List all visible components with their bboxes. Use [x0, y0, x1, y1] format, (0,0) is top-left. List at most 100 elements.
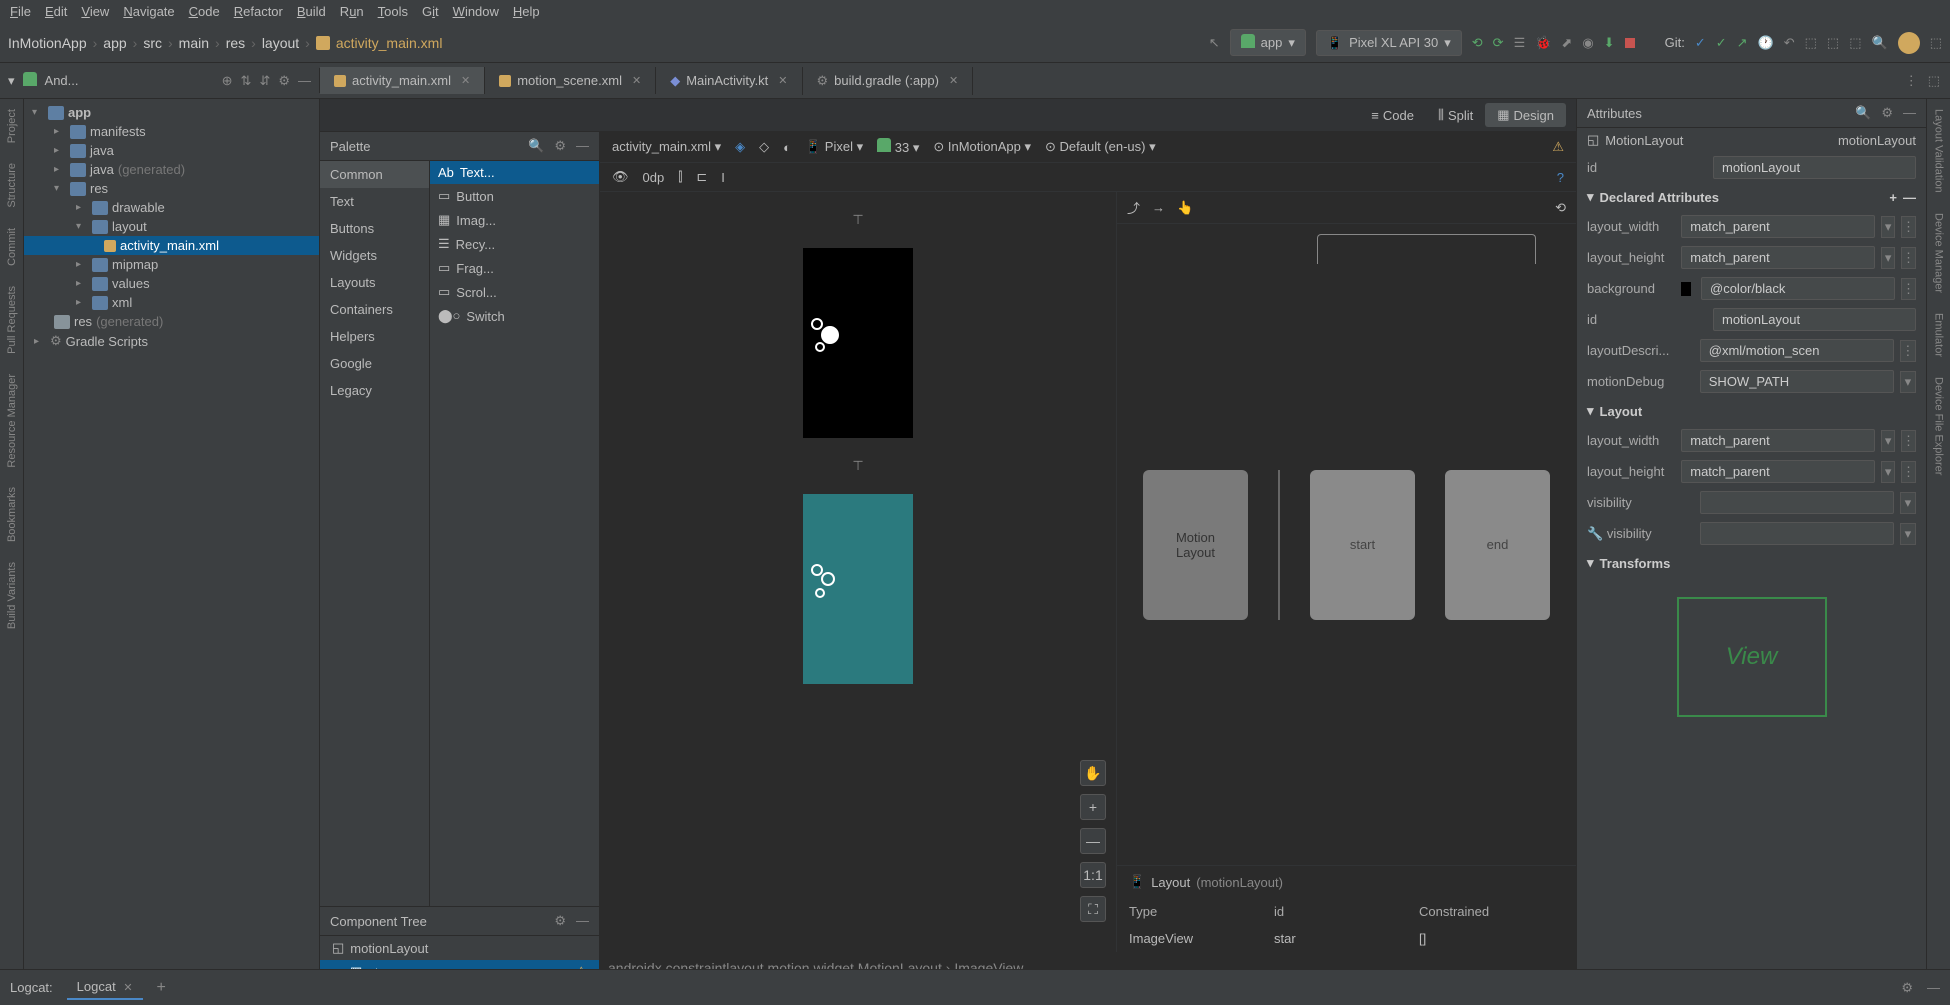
profile-icon[interactable]: ⬈	[1561, 35, 1572, 51]
attr-id2-input[interactable]	[1713, 308, 1916, 331]
picker-icon[interactable]: ⋮	[1900, 340, 1916, 362]
git-history-icon[interactable]: 🕐	[1758, 35, 1774, 51]
view-design-button[interactable]: ▦Design	[1485, 103, 1566, 127]
breadcrumb-main[interactable]: main	[179, 35, 209, 51]
create-click-icon[interactable]: 👆	[1177, 200, 1193, 216]
tree-java[interactable]: ▸java	[24, 141, 319, 160]
expand-icon[interactable]: ⇅	[241, 73, 252, 89]
sidebar-build-variants[interactable]: Build Variants	[6, 562, 18, 629]
motion-layout-box[interactable]: Motion Layout	[1143, 470, 1248, 620]
tree-res-gen[interactable]: res (generated)	[24, 312, 319, 331]
close-icon[interactable]: ✕	[461, 74, 470, 87]
pal-cat-legacy[interactable]: Legacy	[320, 377, 429, 404]
breadcrumb-src[interactable]: src	[143, 35, 162, 51]
minimize-icon[interactable]: —	[1927, 980, 1940, 995]
project-dropdown[interactable]: ▾ And... ⊕ ⇅ ⇵ ⚙ —	[0, 68, 320, 93]
blueprint-preview[interactable]	[803, 494, 913, 684]
cycle-icon[interactable]: ⟲	[1555, 200, 1566, 216]
sidebar-bookmarks[interactable]: Bookmarks	[6, 487, 18, 542]
coverage-icon[interactable]: ◉	[1582, 35, 1593, 51]
pal-item-textview[interactable]: AbText...	[430, 161, 599, 184]
start-state-box[interactable]: start	[1310, 470, 1415, 620]
pal-item-image[interactable]: ▦Imag...	[430, 208, 599, 232]
ct-motionlayout[interactable]: ◱motionLayout	[320, 936, 599, 960]
attr-vis-input[interactable]	[1700, 491, 1894, 514]
device-dropdown[interactable]: 📱 Pixel XL API 30 ▾	[1316, 30, 1462, 56]
end-state-box[interactable]: end	[1445, 470, 1550, 620]
attr-id-input[interactable]	[1713, 156, 1916, 179]
menu-navigate[interactable]: Navigate	[123, 4, 174, 19]
tree-mipmap[interactable]: ▸mipmap	[24, 255, 319, 274]
help-icon[interactable]: ?	[1557, 170, 1564, 185]
sidebar-project[interactable]: Project	[6, 109, 18, 143]
list-icon[interactable]: ☰	[1514, 35, 1526, 51]
add-icon[interactable]: +	[1889, 190, 1897, 205]
visibility-icon[interactable]: 👁	[612, 169, 629, 185]
attr-vis2-input[interactable]	[1700, 522, 1894, 545]
view-code-button[interactable]: ≡Code	[1359, 103, 1426, 127]
breadcrumb-project[interactable]: InMotionApp	[8, 35, 87, 51]
gear-icon[interactable]: ⚙	[1901, 980, 1913, 996]
tool3-icon[interactable]: ⬚	[1849, 35, 1861, 51]
gear-icon[interactable]: ⚙	[554, 138, 566, 154]
target-icon[interactable]: ⊕	[222, 73, 233, 89]
menu-help[interactable]: Help	[513, 4, 540, 19]
locale-dropdown[interactable]: ⊙ Default (en-us) ▾	[1045, 139, 1156, 155]
picker-icon[interactable]: ⋮	[1901, 278, 1916, 300]
menu-view[interactable]: View	[81, 4, 109, 19]
breadcrumb-res[interactable]: res	[226, 35, 245, 51]
tree-xml[interactable]: ▸xml	[24, 293, 319, 312]
attr-lw-input[interactable]	[1681, 215, 1875, 238]
stop-button[interactable]	[1625, 38, 1635, 48]
menu-git[interactable]: Git	[422, 4, 439, 19]
sidebar-device-manager[interactable]: Device Manager	[1933, 213, 1945, 293]
zoom-fit-button[interactable]: ⛶	[1080, 896, 1106, 922]
minimize-icon[interactable]: —	[576, 138, 589, 154]
dropdown-icon[interactable]: ▾	[1881, 430, 1895, 452]
picker-icon[interactable]: ⋮	[1901, 430, 1916, 452]
gear-icon[interactable]: ⚙	[1881, 105, 1893, 121]
git-update-icon[interactable]: ✓	[1695, 35, 1706, 51]
run-config-dropdown[interactable]: app ▾	[1230, 29, 1306, 56]
transition-line[interactable]	[1317, 234, 1536, 264]
zoom-in-button[interactable]: +	[1080, 794, 1106, 820]
section-layout[interactable]: ▾Layout	[1577, 397, 1926, 425]
pal-cat-containers[interactable]: Containers	[320, 296, 429, 323]
minimize-icon[interactable]: —	[298, 73, 311, 88]
sidebar-device-file-explorer[interactable]: Device File Explorer	[1933, 377, 1945, 475]
dropdown-icon[interactable]: ▾	[1881, 461, 1895, 483]
api-dropdown[interactable]: 33 ▾	[877, 138, 919, 156]
git-push-icon[interactable]: ↗	[1737, 35, 1748, 51]
menu-run[interactable]: Run	[340, 4, 364, 19]
sidebar-commit[interactable]: Commit	[6, 228, 18, 266]
dropdown-icon[interactable]: ▾	[1900, 492, 1916, 514]
menu-refactor[interactable]: Refactor	[234, 4, 283, 19]
design-preview[interactable]	[803, 248, 913, 438]
view-split-button[interactable]: ⫼Split	[1426, 103, 1485, 127]
menu-build[interactable]: Build	[297, 4, 326, 19]
close-icon[interactable]: ✕	[632, 74, 641, 87]
picker-icon[interactable]: ⋮	[1901, 247, 1916, 269]
close-icon[interactable]: ✕	[949, 74, 958, 87]
settings-icon[interactable]: ⬚	[1930, 35, 1942, 51]
device-dropdown[interactable]: 📱 Pixel ▾	[805, 139, 863, 155]
back-arrow-icon[interactable]: ↖	[1209, 35, 1220, 51]
picker-icon[interactable]: ⋮	[1901, 216, 1916, 238]
section-transforms[interactable]: ▾Transforms	[1577, 549, 1926, 577]
pal-item-scroll[interactable]: ▭Scrol...	[430, 280, 599, 304]
tree-values[interactable]: ▸values	[24, 274, 319, 293]
dropdown-icon[interactable]: ▾	[1900, 371, 1916, 393]
tree-manifests[interactable]: ▸manifests	[24, 122, 319, 141]
margin-dropdown[interactable]: 0dp	[643, 170, 665, 185]
tree-java-gen[interactable]: ▸java (generated)	[24, 160, 319, 179]
debug-icon[interactable]: 🐞	[1535, 35, 1551, 51]
pal-item-fragment[interactable]: ▭Frag...	[430, 256, 599, 280]
pal-item-recycler[interactable]: ☰Recy...	[430, 232, 599, 256]
tree-res[interactable]: ▾res	[24, 179, 319, 198]
pal-cat-helpers[interactable]: Helpers	[320, 323, 429, 350]
pan-button[interactable]: ✋	[1080, 760, 1106, 786]
sidebar-structure[interactable]: Structure	[6, 163, 18, 208]
transforms-view-box[interactable]: View	[1677, 597, 1827, 717]
align-icon[interactable]: ⫿	[678, 169, 682, 185]
sidebar-emulator[interactable]: Emulator	[1933, 313, 1945, 357]
